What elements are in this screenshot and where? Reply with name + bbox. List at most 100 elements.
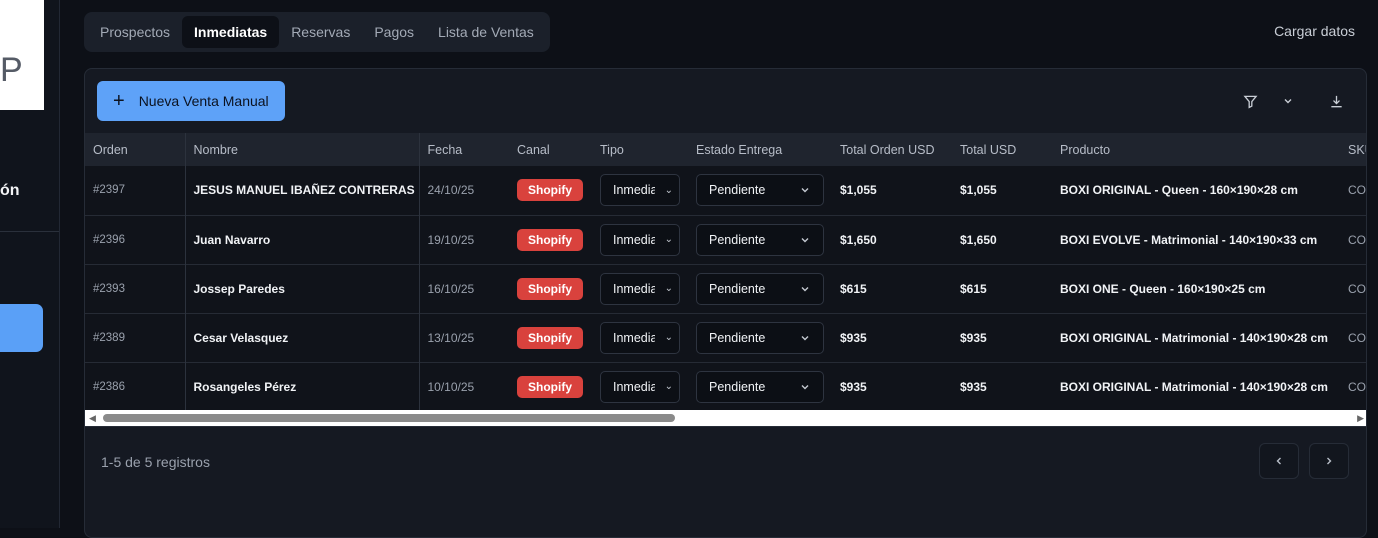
column-header-fecha[interactable]: Fecha	[419, 133, 509, 166]
tab-reservas[interactable]: Reservas	[279, 16, 362, 48]
total-order-usd-cell: $1,650	[840, 232, 877, 247]
delivery-status-select[interactable]: Pendiente	[696, 174, 824, 207]
channel-badge: Shopify	[517, 277, 583, 300]
channel-cell: Shopify	[509, 264, 592, 313]
sales-table: Orden Nombre Fecha Canal Tipo Estado Ent…	[85, 133, 1366, 410]
date-cell: 19/10/25	[427, 232, 475, 247]
filter-icon[interactable]	[1240, 91, 1260, 111]
order-cell[interactable]: #2386	[85, 362, 186, 410]
sku-cell: CO	[1348, 379, 1366, 394]
delivery-status-select[interactable]: Pendiente	[696, 272, 824, 305]
previous-page-button[interactable]	[1259, 443, 1299, 479]
scroll-left-arrow-icon[interactable]: ◀	[89, 413, 96, 424]
table-row[interactable]: #2396Juan Navarro 19/10/25 Shopify Inmediat…	[85, 215, 1366, 264]
chevron-down-icon[interactable]	[1278, 91, 1298, 111]
chevron-down-icon: ⌄	[664, 283, 673, 294]
order-cell[interactable]: #2389	[85, 313, 186, 362]
channel-badge: Shopify	[517, 375, 583, 398]
product-cell: BOXI ORIGINAL - Matrimonial - 140×190×28…	[1060, 330, 1328, 345]
delivery-status-select[interactable]: Pendiente	[696, 370, 824, 403]
name-cell[interactable]: JESUS MANUEL IBAÑEZ CONTRERAS	[185, 166, 420, 215]
column-header-tipo[interactable]: Tipo	[592, 133, 688, 166]
channel-cell: Shopify	[509, 313, 592, 362]
sidebar: P ón	[0, 0, 60, 528]
delivery-status-cell: Pendiente	[688, 264, 832, 313]
channel-badge: Shopify	[517, 326, 583, 349]
horizontal-scrollbar[interactable]: ◀ ▶	[85, 410, 1366, 426]
sales-card: + Nueva Venta Manual Orden Nombre Fecha …	[84, 68, 1367, 538]
date-cell: 10/10/25	[427, 379, 475, 394]
name-cell[interactable]: Juan Navarro	[185, 215, 420, 264]
type-cell: Inmediata ⌄	[592, 264, 688, 313]
chevron-down-icon: ⌄	[664, 184, 673, 196]
total-usd-cell: $1,055	[960, 183, 997, 198]
chevron-down-icon	[801, 286, 809, 291]
tab-pagos[interactable]: Pagos	[362, 16, 426, 48]
column-header-total-orden-usd[interactable]: Total Orden USD	[832, 133, 952, 166]
name-cell[interactable]: Rosangeles Pérez	[185, 362, 420, 410]
name-cell[interactable]: Jossep Paredes	[185, 264, 420, 313]
chevron-down-icon: ⌄	[664, 381, 673, 392]
table-row[interactable]: #2389 Cesar Velasquez 13/10/25 Shopify Inmed…	[85, 313, 1366, 362]
delivery-status-value: Pendiente	[709, 232, 766, 247]
type-cell: Inmediata ⌄	[592, 313, 688, 362]
total-order-usd-cell: $935	[840, 330, 867, 345]
channel-cell: Shopify	[509, 215, 592, 264]
table-row[interactable]: #2397 JESUS MANUEL IBAÑEZ CONTRERAS 24/10/…	[85, 166, 1366, 215]
type-select[interactable]: Inmediata ⌄	[600, 321, 680, 354]
table-row[interactable]: #2386 Rosangeles Pérez 10/10/25 Shopify Inme…	[85, 362, 1366, 410]
delivery-status-cell: Pendiente	[688, 215, 832, 264]
tab-bar: Prospectos Inmediatas Reservas Pagos Lis…	[84, 12, 550, 52]
delivery-status-cell: Pendiente	[688, 166, 832, 215]
channel-cell: Shopify	[509, 362, 592, 410]
column-header-orden[interactable]: Orden	[85, 133, 186, 166]
column-header-sku[interactable]: SKU	[1340, 133, 1366, 166]
column-header-nombre[interactable]: Nombre	[185, 133, 420, 166]
type-select[interactable]: Inmediata ⌄	[600, 223, 680, 256]
records-count: 1-5 de 5 registros	[101, 454, 210, 470]
scroll-right-arrow-icon[interactable]: ▶	[1357, 413, 1364, 424]
column-header-estado-entrega[interactable]: Estado Entrega	[688, 133, 832, 166]
delivery-status-cell: Pendiente	[688, 313, 832, 362]
order-cell[interactable]: #2393	[85, 264, 186, 313]
new-manual-sale-button[interactable]: + Nueva Venta Manual	[97, 81, 285, 121]
pagination	[1259, 443, 1349, 479]
chevron-down-icon: ⌄	[664, 332, 673, 343]
product-cell: BOXI ORIGINAL - Queen - 160×190×28 cm	[1060, 183, 1298, 198]
order-cell[interactable]: #2397	[85, 166, 186, 215]
chevron-down-icon	[801, 237, 809, 242]
product-cell: BOXI ONE - Queen - 160×190×25 cm	[1060, 281, 1266, 296]
column-header-producto[interactable]: Producto	[1052, 133, 1340, 166]
sales-table-container: Orden Nombre Fecha Canal Tipo Estado Ent…	[85, 133, 1366, 410]
total-order-usd-cell: $1,055	[840, 183, 877, 198]
type-select[interactable]: Inmediata ⌄	[600, 370, 680, 403]
tab-prospectos[interactable]: Prospectos	[88, 16, 182, 48]
tab-inmediatas[interactable]: Inmediatas	[182, 16, 280, 48]
sidebar-item-active[interactable]	[0, 304, 43, 352]
delivery-status-value: Pendiente	[709, 281, 766, 296]
sku-cell: CO	[1348, 281, 1366, 296]
order-cell[interactable]: #2396	[85, 215, 186, 264]
column-header-total-usd[interactable]: Total USD	[952, 133, 1052, 166]
total-usd-cell: $615	[960, 281, 987, 296]
total-usd-cell: $935	[960, 330, 987, 345]
type-select[interactable]: Inmediata ⌄	[600, 174, 680, 207]
delivery-status-select[interactable]: Pendiente	[696, 223, 824, 256]
download-icon[interactable]	[1326, 91, 1346, 111]
table-row[interactable]: #2393 Jossep Paredes 16/10/25 Shopify Inmedi…	[85, 264, 1366, 313]
type-value: Inmediata	[613, 183, 655, 198]
delivery-status-select[interactable]: Pendiente	[696, 321, 824, 354]
next-page-button[interactable]	[1309, 443, 1349, 479]
delivery-status-cell: Pendiente	[688, 362, 832, 410]
tab-lista-de-ventas[interactable]: Lista de Ventas	[426, 16, 546, 48]
type-value: Inmediata	[613, 330, 655, 345]
table-toolbar	[1240, 91, 1346, 111]
delivery-status-value: Pendiente	[709, 379, 766, 394]
load-data-button[interactable]: Cargar datos	[1274, 23, 1355, 39]
name-cell[interactable]: Cesar Velasquez	[185, 313, 420, 362]
scrollbar-thumb[interactable]	[103, 414, 675, 422]
type-select[interactable]: Inmediata ⌄	[600, 272, 680, 305]
delivery-status-value: Pendiente	[709, 183, 766, 198]
column-header-canal[interactable]: Canal	[509, 133, 592, 166]
sidebar-section-label: ón	[0, 182, 20, 199]
